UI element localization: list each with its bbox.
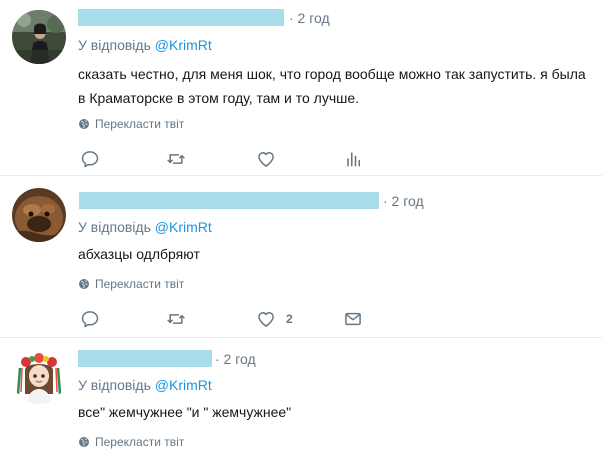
timestamp[interactable]: · 2 год bbox=[289, 10, 330, 26]
reply-context: У відповідь @KrimRt bbox=[78, 219, 212, 235]
retweet-icon bbox=[166, 309, 186, 329]
translate-label: Перекласти твіт bbox=[95, 277, 185, 291]
reply-context: У відповідь @KrimRt bbox=[78, 377, 212, 393]
reply-prefix: У відповідь bbox=[78, 37, 155, 53]
avatar[interactable] bbox=[12, 188, 66, 242]
translate-tweet-link[interactable]: Перекласти твіт bbox=[78, 435, 184, 449]
author-name-redacted[interactable] bbox=[78, 9, 284, 26]
author-name-redacted[interactable] bbox=[78, 350, 212, 367]
reply-handle-link[interactable]: @KrimRt bbox=[155, 219, 212, 235]
like-count: 2 bbox=[286, 312, 293, 326]
tweet-1[interactable]: · 2 год У відповідь @KrimRt сказать чест… bbox=[0, 0, 602, 175]
reply-prefix: У відповідь bbox=[78, 219, 155, 235]
reply-prefix: У відповідь bbox=[78, 377, 155, 393]
tweet-text: абхазцы одлбряют bbox=[78, 246, 200, 262]
globe-icon bbox=[78, 436, 90, 448]
like-button[interactable] bbox=[256, 148, 276, 170]
timestamp[interactable]: · 2 год bbox=[383, 193, 424, 209]
retweet-button[interactable] bbox=[166, 148, 186, 170]
timestamp[interactable]: · 2 год bbox=[215, 351, 256, 367]
message-icon bbox=[343, 309, 363, 329]
translate-tweet-link[interactable]: Перекласти твіт bbox=[78, 277, 184, 291]
translate-label: Перекласти твіт bbox=[95, 117, 185, 131]
author-name-redacted[interactable] bbox=[79, 192, 379, 209]
reply-button[interactable] bbox=[80, 148, 100, 170]
reply-context: У відповідь @KrimRt bbox=[78, 37, 212, 53]
reply-handle-link[interactable]: @KrimRt bbox=[155, 377, 212, 393]
tweet-text: сказать честно, для меня шок, что город … bbox=[78, 66, 586, 106]
tweet-text: все" жемчужнее "и " жемчужнее" bbox=[78, 404, 292, 420]
translate-tweet-link[interactable]: Перекласти твіт bbox=[78, 117, 184, 131]
analytics-button[interactable] bbox=[343, 148, 363, 170]
like-icon bbox=[256, 309, 276, 329]
direct-message-button[interactable] bbox=[343, 308, 363, 330]
analytics-icon bbox=[343, 149, 363, 169]
reply-icon bbox=[80, 149, 100, 169]
tweet-3[interactable]: · 2 год У відповідь @KrimRt все" жемчужн… bbox=[0, 338, 602, 455]
like-button[interactable]: 2 bbox=[256, 308, 293, 330]
reply-handle-link[interactable]: @KrimRt bbox=[155, 37, 212, 53]
translate-label: Перекласти твіт bbox=[95, 435, 185, 449]
globe-icon bbox=[78, 278, 90, 290]
retweet-icon bbox=[166, 149, 186, 169]
avatar[interactable] bbox=[12, 10, 66, 64]
like-icon bbox=[256, 149, 276, 169]
retweet-button[interactable] bbox=[166, 308, 186, 330]
reply-button[interactable] bbox=[80, 308, 100, 330]
reply-icon bbox=[80, 309, 100, 329]
tweet-2[interactable]: · 2 год У відповідь @KrimRt абхазцы одлб… bbox=[0, 176, 602, 337]
globe-icon bbox=[78, 118, 90, 130]
avatar[interactable] bbox=[12, 350, 66, 404]
